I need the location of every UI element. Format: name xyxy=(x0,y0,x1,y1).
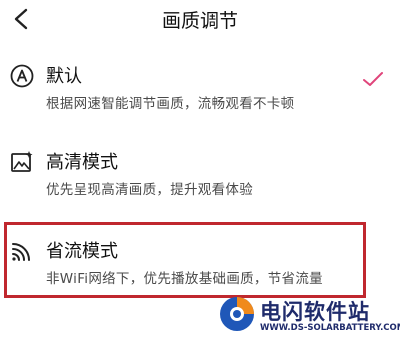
option-title: 高清模式 xyxy=(46,152,118,173)
page-title: 画质调节 xyxy=(161,10,238,32)
option-hd[interactable]: 高清模式 优先呈现高清画质，提升观看体验 xyxy=(0,148,400,214)
hd-image-icon xyxy=(11,151,33,172)
watermark-logo-icon xyxy=(220,297,254,331)
option-description: 非WiFi网络下，优先播放基础画质，节省流量 xyxy=(46,271,323,287)
watermark-url: WWW.DS-SOLARBATTERY.COM xyxy=(260,323,400,333)
option-title: 默认 xyxy=(46,66,82,87)
option-title: 省流模式 xyxy=(46,241,118,262)
watermark: 电闪软件站 WWW.DS-SOLARBATTERY.COM xyxy=(212,292,400,341)
auto-a-icon xyxy=(10,64,34,88)
option-description: 优先呈现高清画质，提升观看体验 xyxy=(46,182,253,198)
header: 画质调节 xyxy=(0,0,400,40)
checkmark-icon xyxy=(363,72,383,86)
option-description: 根据网速智能调节画质，流畅观看不卡顿 xyxy=(46,96,295,112)
watermark-name: 电闪软件站 xyxy=(260,300,370,324)
option-default[interactable]: 默认 根据网速智能调节画质，流畅观看不卡顿 xyxy=(0,62,400,128)
signal-icon xyxy=(12,243,30,261)
